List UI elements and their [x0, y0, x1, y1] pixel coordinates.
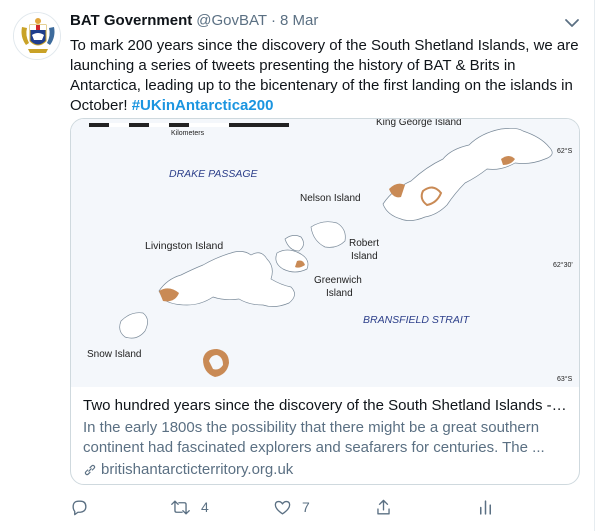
retweet-count: 4: [201, 499, 209, 515]
reply-button[interactable]: [70, 496, 99, 518]
card-domain-text: britishantarcticterritory.org.uk: [101, 461, 294, 478]
map-label-drake: DRAKE PASSAGE: [169, 168, 258, 180]
map-scale-label: Kilometers: [171, 130, 205, 137]
reply-icon: [72, 499, 87, 515]
chevron-down-icon: [565, 19, 579, 27]
author-name[interactable]: BAT Government: [70, 12, 192, 29]
tweet-text: To mark 200 years since the discovery of…: [70, 36, 580, 116]
avatar-crest-icon: [14, 13, 60, 59]
map-label-nelson: Nelson Island: [300, 193, 361, 204]
retweet-icon: [171, 499, 190, 515]
card-description: In the early 1800s the possibility that …: [83, 419, 545, 456]
map-label-lat-62: 62°S: [557, 147, 573, 155]
like-icon: [274, 500, 291, 515]
map-label-snow: Snow Island: [87, 349, 141, 360]
map-label-lat-6230: 62°30': [553, 261, 573, 269]
card-body[interactable]: Two hundred years since the discovery of…: [71, 387, 579, 484]
card-title: Two hundred years since the discovery of…: [83, 397, 569, 414]
like-count: 7: [302, 499, 310, 515]
share-button[interactable]: [374, 496, 393, 518]
more-options-button[interactable]: [563, 14, 581, 32]
tweet-date[interactable]: 8 Mar: [280, 12, 318, 29]
map-label-lat-63: 63°S: [557, 375, 573, 383]
map-label-bransfield: BRANSFIELD STRAIT: [363, 314, 471, 326]
map-label-robert-2: Island: [351, 251, 378, 262]
link-icon: [84, 464, 96, 476]
share-icon: [377, 499, 390, 515]
tweet-header: BAT Government @GovBAT · 8 Mar: [70, 12, 318, 32]
hashtag-link[interactable]: #UKinAntarctica200: [132, 97, 274, 114]
like-button[interactable]: 7: [273, 496, 310, 518]
card-domain: britishantarcticterritory.org.uk: [83, 460, 567, 480]
map-label-robert-1: Robert: [349, 238, 379, 249]
map-label-greenwich-1: Greenwich: [314, 275, 362, 286]
retweet-button[interactable]: 4: [170, 496, 209, 518]
tweet-actions: 4 7: [70, 496, 510, 518]
tweet[interactable]: BAT Government @GovBAT · 8 Mar To mark 2…: [0, 0, 595, 531]
avatar[interactable]: [13, 12, 61, 60]
separator: ·: [271, 12, 277, 29]
link-card[interactable]: Kilometers King George Island DRAKE PASS…: [70, 118, 580, 485]
map-label-livingston: Livingston Island: [145, 240, 223, 252]
analytics-icon: [479, 499, 492, 515]
author-handle[interactable]: @GovBAT: [196, 12, 267, 29]
analytics-button[interactable]: [476, 496, 495, 518]
card-image-map: Kilometers King George Island DRAKE PASS…: [71, 119, 579, 387]
south-shetland-map: Kilometers King George Island DRAKE PASS…: [71, 119, 579, 387]
map-label-king-george: King George Island: [376, 119, 462, 128]
map-label-greenwich-2: Island: [326, 288, 353, 299]
